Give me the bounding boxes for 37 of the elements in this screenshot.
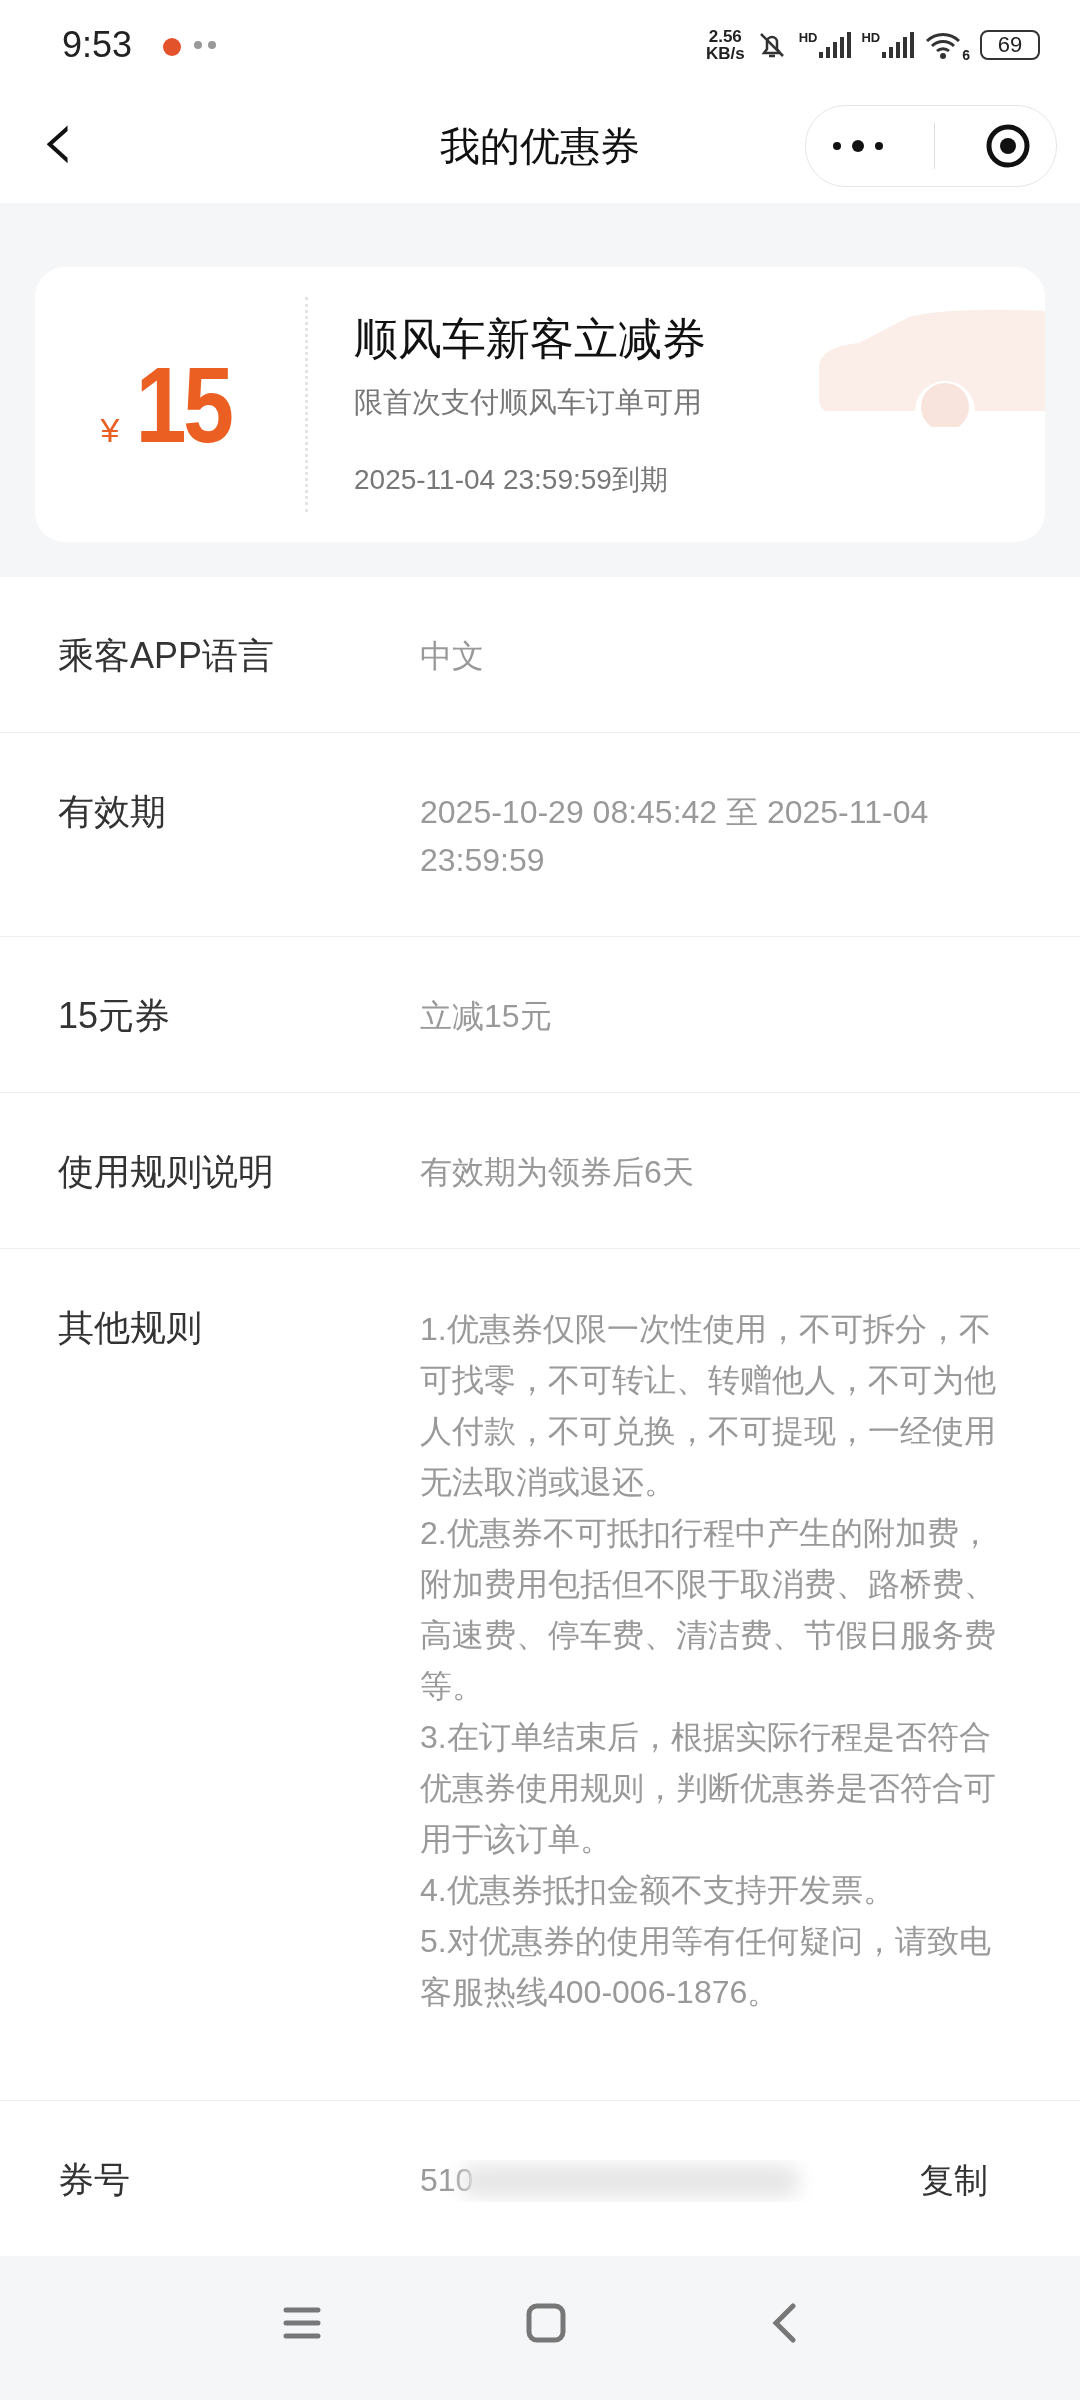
row-value: 中文 xyxy=(420,637,485,677)
currency-symbol: ¥ xyxy=(100,411,120,451)
row-label: 乘客APP语言 xyxy=(58,634,276,679)
coupon-code: 510 xyxy=(420,2161,474,2201)
menu-icon[interactable] xyxy=(283,2306,321,2341)
row-value: 2025-10-29 08:45:42 至 2025-11-04 23:59:59 xyxy=(420,793,930,881)
status-time: 9:53 xyxy=(62,23,133,66)
copy-button[interactable]: 复制 xyxy=(920,2156,988,2205)
row-label: 15元券 xyxy=(58,994,172,1039)
rule-text: 1.优惠券仅限一次性使用，不可拆分，不可找零，不可转让、转赠他人，不可为他人付款，不可兑换，不可提现，一经使用无法取消或退还。 xyxy=(420,1310,997,1503)
row-label: 使用规则说明 xyxy=(58,1150,275,1195)
rule-text: 4.优惠券抵扣金额不支持开发票。 xyxy=(420,1871,896,1911)
page-title: 我的优惠券 xyxy=(440,122,640,170)
coupon-title: 顺风车新客立减券 xyxy=(354,313,706,366)
back-icon[interactable] xyxy=(771,2303,797,2344)
rule-text: 5.对优惠券的使用等有任何疑问，请致电客服热线400-006-1876。 xyxy=(420,1922,992,2013)
signal-icon xyxy=(817,29,852,60)
hd-label: HD xyxy=(861,29,881,45)
row-label: 券号 xyxy=(58,2158,131,2203)
coupon-amount: 15 xyxy=(135,343,232,468)
coupon-condition: 限首次支付顺风车订单可用 xyxy=(354,385,703,421)
row-value: 有效期为领券后6天 xyxy=(420,1153,695,1193)
row-value: 立减15元 xyxy=(420,997,553,1037)
battery-indicator: 69 xyxy=(980,29,1040,60)
back-button[interactable]: ‹ xyxy=(30,100,86,193)
row-label: 其他规则 xyxy=(58,1306,203,1351)
network-speed: 2.56 KB/s xyxy=(705,27,745,62)
row-label: 有效期 xyxy=(58,790,167,835)
coupon-expiry: 2025-11-04 23:59:59到期 xyxy=(354,463,669,498)
home-icon[interactable] xyxy=(526,2303,566,2344)
more-icon[interactable] xyxy=(830,139,885,154)
wifi-label: 6 xyxy=(962,47,970,64)
close-icon[interactable] xyxy=(985,123,1032,170)
hd-label: HD xyxy=(798,29,818,45)
signal-icon xyxy=(880,29,915,60)
rule-text: 2.优惠券不可抵扣行程中产生的附加费，附加费用包括但不限于取消费、路桥费、高速费、停车费、清洁费、节假日服务费等。 xyxy=(420,1514,997,1707)
rule-text: 3.在订单结束后，根据实际行程是否符合优惠券使用规则，判断优惠券是否符合可用于该订单。 xyxy=(420,1718,997,1860)
